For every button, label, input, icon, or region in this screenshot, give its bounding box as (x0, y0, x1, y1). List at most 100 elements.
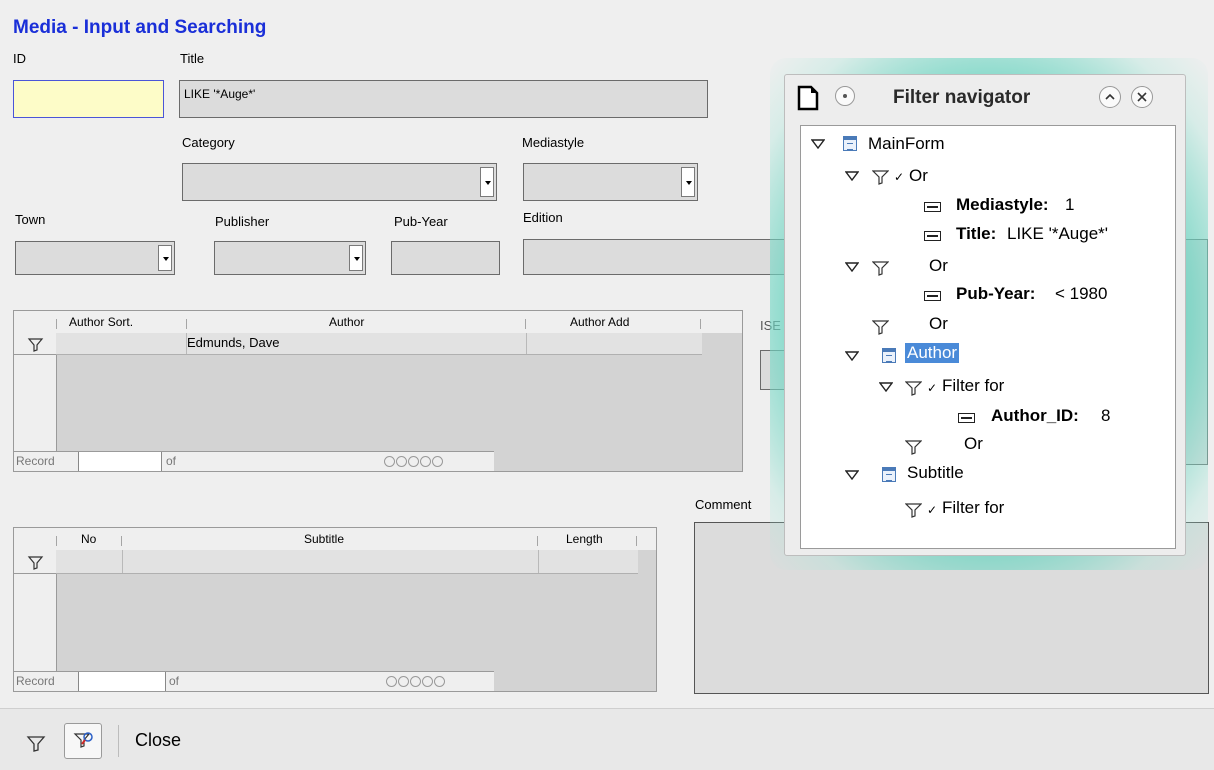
form-icon (882, 467, 896, 482)
chevron-down-icon[interactable] (480, 167, 494, 197)
condition-value[interactable]: LIKE '*Auge*' (1007, 224, 1108, 244)
next-record-icon[interactable] (410, 676, 421, 688)
id-field[interactable] (13, 80, 164, 118)
filter-navigator-toggle-button[interactable] (64, 723, 102, 759)
expand-toggle-icon[interactable] (845, 171, 859, 181)
column-header-subtitle[interactable]: Subtitle (304, 532, 344, 546)
label-pub-year: Pub-Year (394, 214, 448, 229)
new-record-icon[interactable] (432, 456, 443, 468)
checkmark-icon: ✓ (927, 381, 938, 395)
edition-field[interactable] (523, 239, 785, 275)
filter-icon (872, 320, 889, 335)
subtitle-grid[interactable]: No Subtitle Length Record of (13, 527, 657, 692)
label-publisher: Publisher (215, 214, 270, 229)
filter-navigator-icon (73, 732, 93, 748)
form-filter-toolbar: Close (0, 708, 1214, 770)
category-select[interactable] (182, 163, 497, 201)
label-category: Category (182, 135, 235, 150)
tree-item-or[interactable]: Or (964, 434, 983, 454)
chevron-up-icon (1105, 93, 1115, 100)
document-icon (797, 85, 819, 111)
filter-icon (872, 170, 889, 185)
toolbar-separator (118, 725, 119, 757)
record-number-field[interactable] (78, 672, 166, 691)
publisher-select[interactable] (214, 241, 366, 275)
town-select[interactable] (15, 241, 175, 275)
chevron-down-icon[interactable] (681, 167, 695, 197)
field-icon (924, 231, 941, 241)
record-navigation: Record of (14, 671, 494, 691)
last-record-icon[interactable] (420, 456, 431, 468)
record-number-field[interactable] (78, 452, 162, 471)
nav-buttons[interactable] (386, 674, 446, 688)
tree-item-or[interactable]: Or (909, 166, 928, 186)
dot-icon (843, 94, 847, 98)
column-header-author-sort[interactable]: Author Sort. (69, 315, 133, 329)
expand-toggle-icon[interactable] (845, 470, 859, 480)
title-field[interactable]: LIKE '*Auge*' (179, 80, 708, 118)
close-window-button[interactable] (1131, 86, 1153, 108)
tree-item-or[interactable]: Or (929, 256, 948, 276)
column-header-length[interactable]: Length (566, 532, 603, 546)
record-label: Record (16, 674, 55, 688)
close-button[interactable]: Close (135, 730, 181, 751)
filter-icon (905, 440, 922, 455)
tree-item-filter-for[interactable]: Filter for (942, 376, 1004, 396)
next-record-icon[interactable] (408, 456, 419, 468)
close-icon (1137, 92, 1147, 102)
tree-item-author-selected[interactable]: Author (905, 343, 960, 363)
apply-filter-icon[interactable] (26, 733, 46, 753)
prev-record-icon[interactable] (396, 456, 407, 468)
checkmark-icon: ✓ (927, 503, 938, 517)
filter-icon (872, 261, 889, 276)
new-record-icon[interactable] (434, 676, 445, 688)
window-menu-button[interactable] (835, 86, 855, 106)
condition-field-name[interactable]: Title: (956, 224, 996, 244)
filter-tree[interactable]: MainForm ✓ Or Mediastyle: 1 Title: LIKE … (800, 125, 1176, 549)
table-row[interactable]: Edmunds, Dave (56, 333, 702, 355)
first-record-icon[interactable] (386, 676, 397, 688)
filter-icon (27, 556, 44, 570)
condition-value[interactable]: 8 (1101, 406, 1110, 426)
filter-row-marker (14, 550, 56, 574)
grid-header: Author Sort. Author Author Add (14, 311, 742, 333)
condition-value[interactable]: < 1980 (1055, 284, 1107, 304)
first-record-icon[interactable] (384, 456, 395, 468)
label-comment: Comment (695, 497, 752, 512)
tree-item-mainform[interactable]: MainForm (868, 134, 945, 154)
last-record-icon[interactable] (422, 676, 433, 688)
expand-toggle-icon[interactable] (811, 139, 825, 149)
condition-field-name[interactable]: Author_ID: (991, 406, 1079, 426)
expand-toggle-icon[interactable] (845, 262, 859, 272)
label-town: Town (15, 212, 46, 227)
filter-icon (905, 503, 922, 518)
tree-item-subtitle[interactable]: Subtitle (907, 463, 964, 483)
minimize-button[interactable] (1099, 86, 1121, 108)
author-grid[interactable]: Author Sort. Author Author Add Edmunds, … (13, 310, 743, 472)
pub-year-field[interactable] (391, 241, 500, 275)
condition-field-name[interactable]: Mediastyle: (956, 195, 1049, 215)
tree-item-filter-for[interactable]: Filter for (942, 498, 1004, 518)
cell-author[interactable]: Edmunds, Dave (187, 335, 280, 350)
column-header-author-add[interactable]: Author Add (570, 315, 629, 329)
label-mediastyle: Mediastyle (522, 135, 585, 150)
column-header-author[interactable]: Author (329, 315, 364, 329)
tree-item-or[interactable]: Or (929, 314, 948, 334)
filter-icon (905, 381, 922, 396)
chevron-down-icon[interactable] (158, 245, 172, 271)
cell-author-sort[interactable] (56, 333, 187, 354)
condition-field-name[interactable]: Pub-Year: (956, 284, 1035, 304)
condition-value[interactable]: 1 (1065, 195, 1074, 215)
record-label: Record (16, 454, 55, 468)
nav-buttons[interactable] (384, 454, 444, 468)
prev-record-icon[interactable] (398, 676, 409, 688)
expand-toggle-icon[interactable] (845, 351, 859, 361)
label-title: Title (180, 51, 205, 66)
column-header-no[interactable]: No (81, 532, 96, 546)
chevron-down-icon[interactable] (349, 245, 363, 271)
form-title: Media - Input and Searching (13, 17, 267, 38)
mediastyle-select[interactable] (523, 163, 698, 201)
table-row[interactable] (56, 550, 638, 574)
expand-toggle-icon[interactable] (879, 382, 893, 392)
filter-navigator-window: Filter navigator MainForm ✓ Or Mediastyl… (784, 74, 1186, 556)
